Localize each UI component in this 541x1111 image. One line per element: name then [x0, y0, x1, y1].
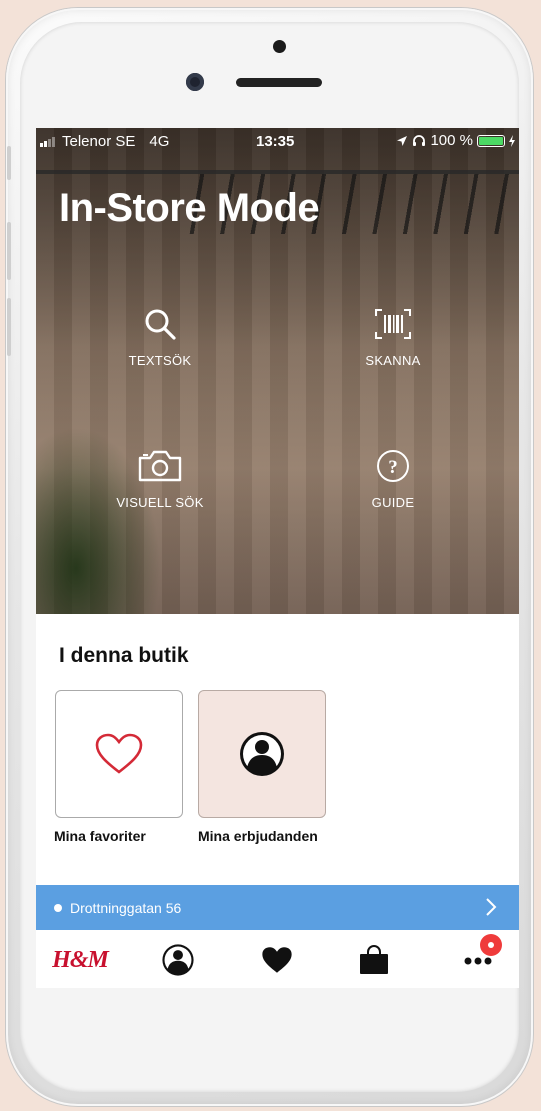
tab-bag[interactable] — [350, 940, 398, 980]
volume-down-button — [7, 298, 11, 356]
store-name: Drottninggatan 56 — [70, 899, 182, 916]
tab-home[interactable]: H&M — [52, 940, 109, 980]
status-right: 100 % — [396, 132, 515, 149]
proximity-sensor — [273, 40, 286, 53]
location-arrow-icon — [397, 135, 408, 146]
visual-search-button[interactable]: VISUELL SÖK — [90, 448, 230, 512]
chevron-right-icon — [486, 898, 497, 916]
tab-more[interactable] — [454, 934, 502, 980]
signal-icon — [40, 136, 55, 147]
search-icon — [145, 309, 176, 340]
more-icon — [464, 957, 492, 965]
headphones-icon — [413, 135, 426, 146]
network-type: 4G — [149, 133, 170, 150]
scan-label: SKANNA — [365, 353, 421, 368]
visual-search-label: VISUELL SÖK — [116, 495, 204, 510]
question-icon: ? — [377, 450, 409, 482]
camera-icon — [138, 450, 182, 482]
battery-percent: 100 % — [430, 132, 473, 149]
page-title: In-Store Mode — [59, 186, 320, 230]
tab-profile[interactable] — [154, 940, 202, 980]
battery-icon — [477, 134, 505, 147]
status-bar: Telenor SE 4G 13:35 100 % — [36, 128, 519, 154]
status-time: 13:35 — [256, 133, 295, 150]
mute-switch — [7, 146, 11, 180]
tab-favorites[interactable] — [253, 940, 301, 980]
offers-tile[interactable] — [198, 690, 326, 818]
app-screen: Telenor SE 4G 13:35 100 % In-Store Mode … — [36, 128, 519, 988]
favorites-tile[interactable] — [55, 690, 183, 818]
profile-icon — [162, 944, 194, 976]
notification-badge — [480, 934, 502, 956]
carrier-info: Telenor SE 4G — [40, 133, 169, 150]
user-circle-icon — [240, 732, 284, 776]
favorites-label: Mina favoriter — [54, 828, 146, 844]
offers-label: Mina erbjudanden — [198, 828, 318, 844]
barcode-icon — [375, 309, 411, 339]
bag-icon — [360, 945, 388, 974]
svg-text:?: ? — [388, 457, 398, 478]
store-dot-icon — [54, 903, 62, 912]
guide-label: GUIDE — [371, 495, 415, 510]
carrier-name: Telenor SE — [62, 133, 136, 150]
heart-outline-icon — [95, 733, 143, 774]
tab-bar: H&M — [36, 930, 519, 988]
hm-logo: H&M — [52, 946, 109, 973]
charging-icon — [509, 134, 515, 147]
volume-up-button — [7, 222, 11, 280]
hero-background: Telenor SE 4G 13:35 100 % In-Store Mode … — [36, 128, 519, 614]
text-search-button[interactable]: TEXTSÖK — [90, 306, 230, 370]
text-search-label: TEXTSÖK — [128, 353, 192, 368]
guide-button[interactable]: ? GUIDE — [323, 448, 463, 512]
earpiece-speaker — [236, 78, 322, 87]
section-title: I denna butik — [59, 644, 189, 667]
heart-icon — [262, 947, 292, 973]
front-camera — [186, 73, 204, 91]
store-selector[interactable]: Drottninggatan 56 — [36, 885, 519, 930]
scan-button[interactable]: SKANNA — [323, 306, 463, 370]
